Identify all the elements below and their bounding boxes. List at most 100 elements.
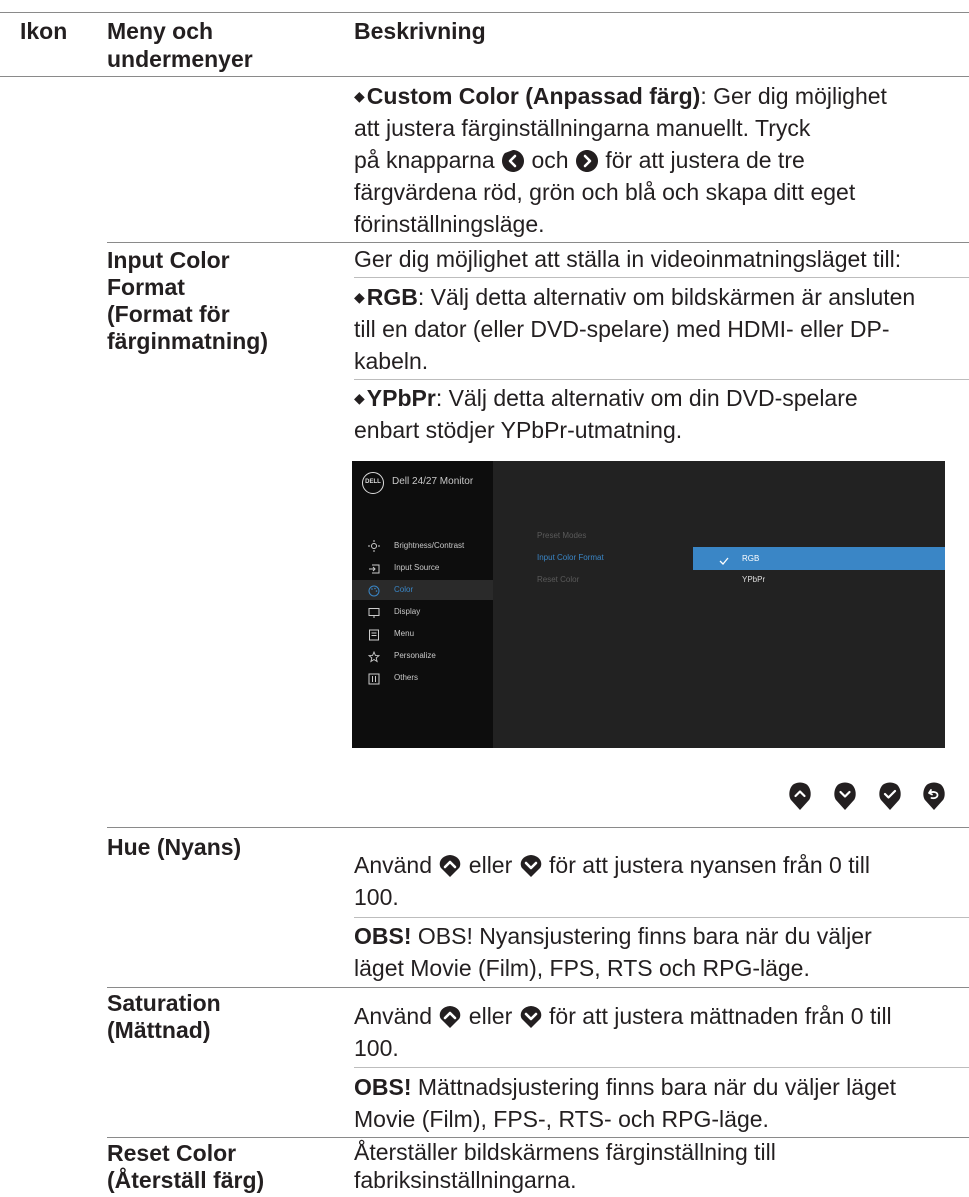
col-header-icon: Ikon: [20, 18, 68, 44]
menu-input-color-format-line3: (Format för: [107, 301, 230, 327]
row-rule: [107, 987, 969, 988]
custom-color-line3: på knapparna och för att justera de tre: [354, 145, 805, 177]
top-rule: [0, 12, 969, 13]
custom-color-line1: ◆Custom Color (Anpassad färg): Ger dig m…: [354, 81, 887, 113]
bullet-icon: ◆: [354, 390, 365, 406]
rgb-text: : Välj detta alternativ om bildskärmen ä…: [417, 284, 916, 310]
hue-line1: Använd eller för att justera nyansen frå…: [354, 850, 870, 882]
saturation-text: för att justera mättnaden från 0 till: [549, 1003, 892, 1029]
row-rule: [107, 242, 969, 243]
note-label: OBS!: [354, 923, 412, 949]
check-icon: [719, 553, 729, 565]
menu-saturation-line1: Saturation: [107, 990, 221, 1016]
saturation-line2: 100.: [354, 1035, 399, 1061]
osd-menu-item-input-source[interactable]: Input Source: [352, 558, 493, 578]
brightness-icon: [368, 539, 380, 552]
ypbpr-label: YPbPr: [366, 385, 436, 411]
display-icon: [368, 606, 380, 618]
saturation-note-line1: OBS! Mättnadsjustering finns bara när du…: [354, 1072, 896, 1104]
bullet-icon: ◆: [354, 88, 365, 104]
menu-saturation-line2: (Mättnad): [107, 1017, 211, 1043]
saturation-text: Använd: [354, 1003, 433, 1029]
osd-submenu-reset-color[interactable]: Reset Color: [537, 575, 579, 584]
hue-note-text: OBS! Nyansjustering finns bara när du vä…: [411, 923, 872, 949]
osd-menu-label: Color: [394, 585, 414, 594]
input-color-intro: Ger dig möjlighet att ställa in videoinm…: [354, 246, 902, 272]
menu-input-color-format-line1: Input Color: [107, 247, 230, 273]
custom-color-text: och: [531, 147, 569, 173]
osd-sidebar: DELL Dell 24/27 Monitor Brightness/Contr…: [352, 461, 493, 748]
inner-rule: [354, 1067, 969, 1068]
ypbpr-text: : Välj detta alternativ om din DVD-spela…: [435, 385, 858, 411]
osd-menu-label: Input Source: [394, 563, 440, 572]
custom-color-line5: förinställningsläge.: [354, 211, 545, 237]
menu-icon: [368, 628, 380, 641]
hue-line2: 100.: [354, 884, 399, 910]
others-icon: [368, 672, 380, 685]
osd-submenu-preset-modes[interactable]: Preset Modes: [537, 531, 586, 540]
check-icon: [878, 781, 902, 811]
menu-hue: Hue (Nyans): [107, 834, 242, 860]
chevron-up-icon: [438, 854, 462, 878]
dell-logo: DELL: [362, 472, 384, 494]
osd-option-label: RGB: [742, 554, 760, 563]
hue-text: för att justera nyansen från 0 till: [549, 852, 870, 878]
menu-input-color-format-line4: färginmatning): [107, 328, 268, 354]
color-palette-icon: [368, 584, 380, 597]
chevron-down-icon: [519, 854, 543, 878]
col-header-menu-line2: undermenyer: [107, 46, 253, 72]
rgb-line1: ◆RGB: Välj detta alternativ om bildskärm…: [354, 282, 915, 314]
reset-color-line1: Återställer bildskärmens färginställning…: [354, 1139, 776, 1165]
header-rule: [0, 76, 969, 77]
osd-menu-item-display[interactable]: Display: [352, 602, 493, 622]
star-icon: [367, 650, 381, 663]
custom-color-label: Custom Color (Anpassad färg): [366, 83, 701, 109]
inner-rule: [354, 917, 969, 918]
osd-option-ypbpr[interactable]: YPbPr: [742, 575, 765, 584]
note-label: OBS!: [354, 1074, 412, 1100]
bullet-icon: ◆: [354, 289, 365, 305]
osd-option-rgb[interactable]: RGB: [693, 547, 945, 570]
hue-text: Använd: [354, 852, 433, 878]
osd-menu-item-menu[interactable]: Menu: [352, 624, 493, 644]
hue-note-line2: läget Movie (Film), FPS, RTS och RPG-läg…: [354, 955, 810, 981]
chevron-right-icon: [575, 149, 599, 173]
osd-menu-label: Menu: [394, 629, 415, 638]
osd-menu-item-brightness[interactable]: Brightness/Contrast: [352, 536, 493, 556]
osd-menu-label: Others: [394, 673, 419, 682]
back-icon: [922, 781, 946, 811]
col-header-description: Beskrivning: [354, 18, 486, 44]
osd-screenshot: DELL Dell 24/27 Monitor Brightness/Contr…: [352, 461, 945, 748]
rgb-label: RGB: [366, 284, 418, 310]
input-source-icon: [368, 562, 380, 574]
osd-menu-item-color[interactable]: Color: [352, 580, 493, 600]
ypbpr-line1: ◆YPbPr: Välj detta alternativ om din DVD…: [354, 383, 858, 415]
inner-rule: [354, 277, 969, 278]
inner-rule: [354, 379, 969, 380]
osd-title: Dell 24/27 Monitor: [392, 476, 474, 487]
osd-menu-item-personalize[interactable]: Personalize: [352, 646, 493, 666]
saturation-line1: Använd eller för att justera mättnaden f…: [354, 1001, 892, 1033]
rgb-line3: kabeln.: [354, 348, 429, 374]
custom-color-line2: att justera färginställningarna manuellt…: [354, 115, 811, 141]
custom-color-line4: färgvärdena röd, grön och blå och skapa …: [354, 179, 856, 205]
chevron-up-icon: [788, 781, 812, 811]
saturation-text: eller: [468, 1003, 513, 1029]
custom-color-text: för att justera de tre: [605, 147, 805, 173]
hue-note-line1: OBS! OBS! Nyansjustering finns bara när …: [354, 921, 872, 953]
custom-color-text: på knapparna: [354, 147, 495, 173]
col-header-menu-line1: Meny och: [107, 18, 214, 44]
osd-content-panel: Preset Modes Input Color Format Reset Co…: [493, 461, 945, 748]
chevron-left-icon: [501, 149, 525, 173]
osd-menu-label: Brightness/Contrast: [394, 541, 465, 550]
custom-color-text: : Ger dig möjlighet: [700, 83, 887, 109]
rgb-line2: till en dator (eller DVD-spelare) med HD…: [354, 316, 890, 342]
row-rule: [107, 827, 969, 828]
osd-menu-item-others[interactable]: Others: [352, 668, 493, 688]
chevron-up-icon: [438, 1005, 462, 1029]
osd-menu-label: Display: [394, 607, 421, 616]
osd-menu-label: Personalize: [394, 651, 436, 660]
saturation-note-line2: Movie (Film), FPS-, RTS- och RPG-läge.: [354, 1106, 769, 1132]
osd-submenu-input-color-format[interactable]: Input Color Format: [537, 553, 604, 562]
menu-reset-color-line2: (Återställ färg): [107, 1167, 265, 1193]
